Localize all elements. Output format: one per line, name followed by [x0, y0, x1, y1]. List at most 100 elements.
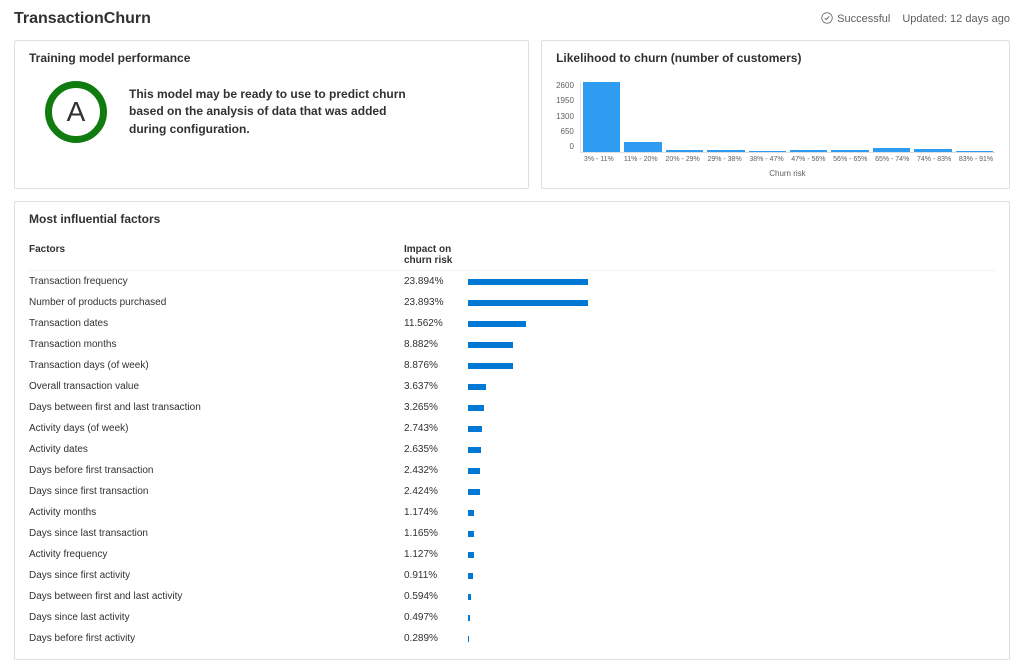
- chart-bar: [790, 150, 827, 152]
- grade-badge: A: [45, 81, 107, 143]
- factor-bar-wrap: [464, 636, 995, 642]
- chart-bar: [749, 151, 786, 152]
- success-icon: [821, 12, 833, 27]
- chart-x-tick: 65% - 74%: [873, 156, 911, 163]
- factor-pct: 0.497%: [404, 612, 464, 623]
- factor-pct: 23.894%: [404, 276, 464, 287]
- factor-bar: [468, 468, 480, 474]
- factor-row: Overall transaction value3.637%: [29, 376, 995, 397]
- factor-row: Transaction frequency23.894%: [29, 271, 995, 292]
- factor-name: Days before first activity: [29, 633, 404, 644]
- factor-bar: [468, 594, 471, 600]
- factor-bar-wrap: [464, 489, 995, 495]
- status-label: Successful: [837, 13, 890, 25]
- chart-y-tick: 1950: [556, 96, 574, 105]
- factor-bar-wrap: [464, 342, 995, 348]
- factor-bar-wrap: [464, 405, 995, 411]
- chart-x-axis-label: Churn risk: [580, 169, 995, 178]
- chart-y-tick: 0: [556, 142, 574, 151]
- factor-name: Transaction days (of week): [29, 360, 404, 371]
- factor-name: Number of products purchased: [29, 297, 404, 308]
- factor-row: Days since last transaction1.165%: [29, 523, 995, 544]
- training-performance-card: Training model performance A This model …: [14, 40, 529, 189]
- factor-row: Days before first activity0.289%: [29, 628, 995, 649]
- updated-label: Updated: 12 days ago: [902, 13, 1010, 25]
- chart-x-tick: 56% - 65%: [831, 156, 869, 163]
- factor-row: Activity frequency1.127%: [29, 544, 995, 565]
- factor-bar: [468, 321, 526, 327]
- factor-bar-wrap: [464, 426, 995, 432]
- chart-y-tick: 650: [556, 127, 574, 136]
- factor-pct: 8.876%: [404, 360, 464, 371]
- factor-bar-wrap: [464, 594, 995, 600]
- factor-name: Overall transaction value: [29, 381, 404, 392]
- factor-pct: 3.637%: [404, 381, 464, 392]
- factor-row: Transaction dates11.562%: [29, 313, 995, 334]
- factor-bar-wrap: [464, 384, 995, 390]
- factor-bar: [468, 615, 470, 621]
- factors-body: Transaction frequency23.894%Number of pr…: [29, 271, 995, 649]
- factor-row: Days since last activity0.497%: [29, 607, 995, 628]
- factor-pct: 1.174%: [404, 507, 464, 518]
- chart-y-tick: 1300: [556, 112, 574, 121]
- factor-name: Days before first transaction: [29, 465, 404, 476]
- training-description: This model may be ready to use to predic…: [129, 86, 409, 138]
- factor-name: Activity days (of week): [29, 423, 404, 434]
- factor-bar-wrap: [464, 615, 995, 621]
- chart-bar: [914, 149, 951, 152]
- chart-bar: [624, 142, 661, 152]
- factor-pct: 3.265%: [404, 402, 464, 413]
- influential-factors-card: Most influential factors Factors Impact …: [14, 201, 1010, 660]
- factor-row: Days since first activity0.911%: [29, 565, 995, 586]
- factor-pct: 23.893%: [404, 297, 464, 308]
- factor-pct: 8.882%: [404, 339, 464, 350]
- header-status-area: Successful Updated: 12 days ago: [821, 12, 1010, 27]
- factor-bar: [468, 510, 474, 516]
- factor-bar-wrap: [464, 279, 995, 285]
- factor-bar-wrap: [464, 468, 995, 474]
- factor-pct: 1.165%: [404, 528, 464, 539]
- factor-pct: 1.127%: [404, 549, 464, 560]
- factor-bar: [468, 279, 588, 285]
- factor-pct: 2.424%: [404, 486, 464, 497]
- factor-name: Days since last transaction: [29, 528, 404, 539]
- factor-pct: 2.743%: [404, 423, 464, 434]
- factor-name: Days since first activity: [29, 570, 404, 581]
- factor-bar: [468, 342, 513, 348]
- chart-x-tick: 47% - 56%: [789, 156, 827, 163]
- factor-bar: [468, 405, 484, 411]
- factor-name: Days between first and last activity: [29, 591, 404, 602]
- factor-bar-wrap: [464, 447, 995, 453]
- factor-pct: 0.911%: [404, 570, 464, 581]
- chart-x-tick: 38% - 47%: [748, 156, 786, 163]
- chart-bar: [873, 148, 910, 152]
- factor-name: Transaction dates: [29, 318, 404, 329]
- factor-row: Number of products purchased23.893%: [29, 292, 995, 313]
- factor-name: Activity frequency: [29, 549, 404, 560]
- chart-x-tick: 20% - 29%: [664, 156, 702, 163]
- chart-bar: [666, 150, 703, 152]
- factor-bar: [468, 552, 474, 558]
- factor-row: Days before first transaction2.432%: [29, 460, 995, 481]
- chart-x-tick: 3% - 11%: [580, 156, 618, 163]
- factors-col-name: Factors: [29, 244, 404, 266]
- factor-pct: 11.562%: [404, 318, 464, 329]
- chart-title: Likelihood to churn (number of customers…: [556, 51, 995, 65]
- factor-row: Days between first and last activity0.59…: [29, 586, 995, 607]
- factor-bar: [468, 636, 469, 642]
- factor-bar: [468, 573, 473, 579]
- factor-pct: 0.289%: [404, 633, 464, 644]
- factor-bar-wrap: [464, 573, 995, 579]
- factor-bar-wrap: [464, 510, 995, 516]
- churn-likelihood-card: Likelihood to churn (number of customers…: [541, 40, 1010, 189]
- factor-row: Days between first and last transaction3…: [29, 397, 995, 418]
- factor-bar-wrap: [464, 552, 995, 558]
- factor-name: Transaction frequency: [29, 276, 404, 287]
- factor-pct: 2.432%: [404, 465, 464, 476]
- chart-y-axis: 2600195013006500: [556, 81, 574, 153]
- factor-bar: [468, 426, 482, 432]
- chart-bar: [956, 151, 993, 152]
- factor-bar: [468, 531, 474, 537]
- factor-row: Activity days (of week)2.743%: [29, 418, 995, 439]
- factor-name: Days since first transaction: [29, 486, 404, 497]
